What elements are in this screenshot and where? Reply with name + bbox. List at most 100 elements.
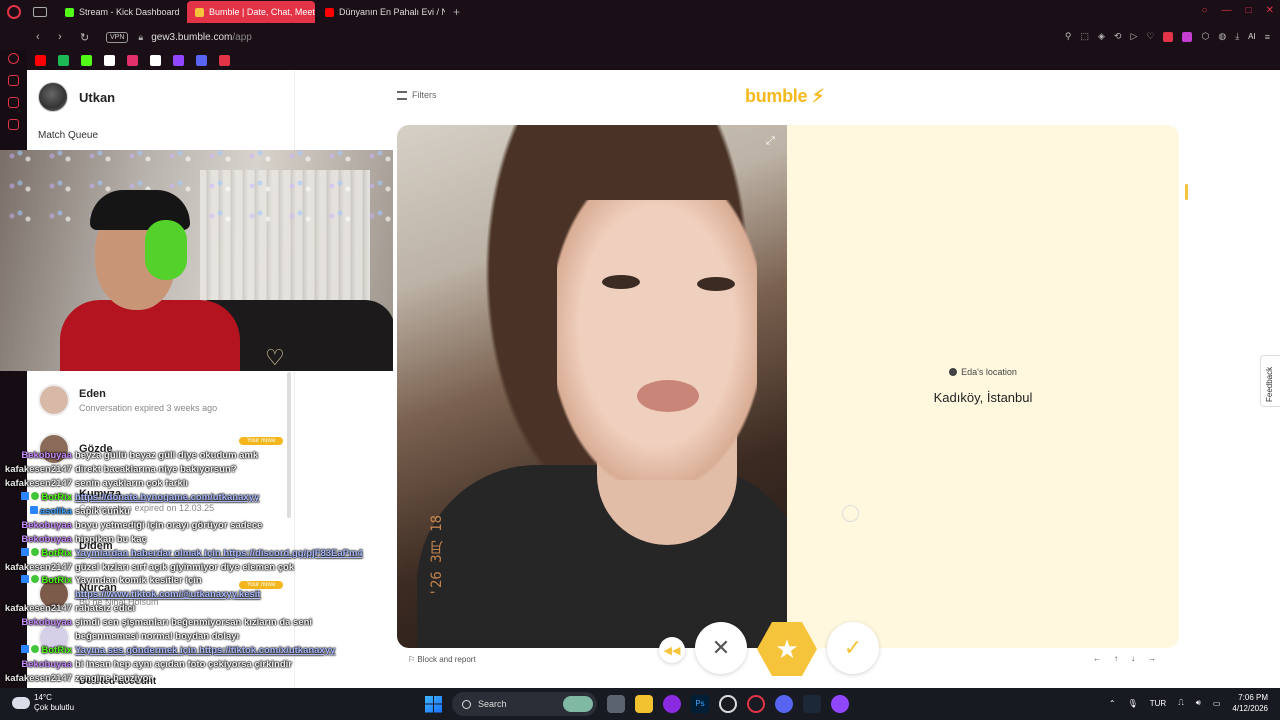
language-indicator[interactable]: TUR: [1150, 699, 1166, 708]
profile-photo[interactable]: '26 3月 18 ⤢: [397, 125, 787, 648]
chat-message: BotRix Yayına ses göndermek için https://…: [0, 643, 400, 657]
discord-icon[interactable]: [775, 695, 793, 713]
search-tabs-icon[interactable]: ○: [1202, 5, 1208, 16]
ai-button[interactable]: AI: [1248, 32, 1256, 41]
microphone-icon[interactable]: 🎙︎: [1128, 699, 1138, 708]
volume-icon[interactable]: 🔊︎: [1196, 698, 1201, 708]
messenger-icon[interactable]: [8, 75, 19, 86]
heart-icon[interactable]: ♡: [1146, 31, 1154, 42]
url-field[interactable]: gew3.bumble.com/app: [151, 32, 252, 43]
chat-text[interactable]: https://www.tiktok.com/@utkanaxyy.kesit: [75, 589, 261, 600]
stream-app-icon[interactable]: [831, 695, 849, 713]
spotify-icon[interactable]: [58, 54, 69, 66]
shield-icon[interactable]: ◈: [1098, 31, 1105, 42]
battery-icon[interactable]: ▭: [1213, 699, 1221, 708]
download-icon[interactable]: ⤓: [1235, 31, 1239, 42]
opera-logo-icon[interactable]: [7, 5, 21, 19]
account-icon[interactable]: ◍: [1218, 31, 1226, 42]
tab-bumble[interactable]: Bumble | Date, Chat, Meet: [187, 1, 315, 23]
arrow-up-icon[interactable]: ↑: [1114, 654, 1118, 663]
close-icon[interactable]: ✕: [1266, 5, 1274, 16]
back-icon[interactable]: ‹: [36, 31, 46, 43]
photo-face: [557, 200, 757, 480]
player-icon[interactable]: [8, 119, 19, 130]
your-move-badge: Your move: [239, 437, 284, 445]
avatar[interactable]: [38, 82, 68, 112]
browser-tab-strip: Stream - Kick Dashboard Bumble | Date, C…: [0, 0, 1280, 24]
chat-message: Bekobuyaa hippikan bu kaç: [0, 532, 400, 546]
extensions-icon[interactable]: ⬡: [1201, 31, 1209, 42]
arrow-left-icon[interactable]: ←: [1093, 654, 1101, 663]
twitch-icon[interactable]: [173, 54, 184, 66]
obs-icon[interactable]: [719, 695, 737, 713]
gift-icon[interactable]: [219, 54, 230, 66]
rewind-button[interactable]: ◀◀: [659, 637, 685, 663]
minimize-icon[interactable]: —: [1222, 5, 1232, 16]
chat-username: Bekobuyaa: [0, 534, 72, 545]
clock[interactable]: 7:06 PM 4/12/2026: [1232, 692, 1268, 714]
translate-icon[interactable]: ⟲: [1114, 31, 1122, 42]
chat-message: BotRix Yayınlardan haberdar olmak için ht…: [0, 546, 400, 560]
kick-icon[interactable]: [81, 54, 92, 66]
star-icon: ★: [775, 633, 799, 664]
opera-gx-icon[interactable]: [747, 695, 765, 713]
app-icon[interactable]: [663, 695, 681, 713]
chevron-up-icon[interactable]: ⌃: [1109, 699, 1116, 708]
chat-message: kafakesen2147 senin ayakların çok farklı: [0, 477, 400, 491]
arrow-down-icon[interactable]: ↓: [1131, 654, 1135, 663]
maximize-icon[interactable]: □: [1246, 5, 1252, 16]
chat-text: güzel kızları sırf açık giyinmiyor diye …: [75, 561, 295, 573]
instagram-icon[interactable]: [127, 54, 138, 66]
photoshop-icon[interactable]: Ps: [691, 695, 709, 713]
menu-icon[interactable]: ≡: [1265, 32, 1270, 42]
chat-text: hippikan bu kaç: [75, 533, 147, 545]
forward-icon[interactable]: ›: [58, 31, 68, 43]
adblock-extension-icon[interactable]: [1163, 31, 1174, 42]
extension-icon[interactable]: [1182, 31, 1193, 42]
card-scrollbar[interactable]: [1185, 184, 1188, 200]
flag-icon: ⚐: [408, 655, 418, 664]
instagram-sidebar-icon[interactable]: [8, 97, 19, 108]
block-report-link[interactable]: ⚐ Block and report: [408, 655, 476, 664]
taskbar-search[interactable]: Search: [452, 692, 597, 716]
weather-widget[interactable]: 14°C Çok bulutlu: [12, 693, 74, 713]
new-tab-icon[interactable]: +: [453, 5, 460, 19]
feedback-tab[interactable]: Feedback: [1260, 355, 1280, 407]
steam-icon[interactable]: [803, 695, 821, 713]
windows-start-icon[interactable]: [425, 695, 442, 713]
like-button[interactable]: ✓: [827, 622, 879, 674]
tab-label: Bumble | Date, Chat, Meet: [209, 7, 315, 17]
chat-text[interactable]: Yayınlardan haberdar olmak için https://…: [75, 548, 363, 559]
pass-button[interactable]: ✕: [695, 622, 747, 674]
task-view-icon[interactable]: [607, 695, 625, 713]
network-icon[interactable]: ⎍: [1178, 698, 1184, 708]
chat-text[interactable]: https://donate.bynogame.com/utkanaxyy: [75, 492, 259, 503]
x-icon[interactable]: [104, 54, 115, 66]
chat-username-text: Bekobuyaa: [21, 658, 72, 670]
tiktok-icon[interactable]: [150, 54, 161, 66]
bumble-logo-text: bumble: [745, 86, 808, 106]
reload-icon[interactable]: ↻: [80, 31, 90, 44]
chat-text[interactable]: Yayına ses göndermek için https://tiktok…: [75, 645, 335, 656]
chat-username-text: BotRix: [41, 547, 72, 559]
discord-icon[interactable]: [196, 54, 207, 66]
filters-button[interactable]: Filters: [397, 90, 437, 100]
pin-icon[interactable]: ⚲: [1065, 31, 1072, 42]
youtube-icon[interactable]: [35, 54, 46, 66]
expand-icon[interactable]: ⤢: [766, 135, 775, 148]
bumble-logo[interactable]: bumble ⚡︎: [745, 86, 825, 107]
file-explorer-icon[interactable]: [635, 695, 653, 713]
snapshot-icon[interactable]: ⬚: [1080, 31, 1089, 42]
conversation-item-eden[interactable]: Eden Conversation expired 3 weeks ago: [38, 384, 217, 416]
user-profile[interactable]: Utkan: [38, 82, 115, 112]
aria-icon[interactable]: [8, 53, 19, 64]
tab-youtube-video[interactable]: Dünyanın En Pahalı Evi / N: [317, 1, 445, 23]
play-icon[interactable]: ▷: [1130, 31, 1137, 42]
more-options-button[interactable]: [842, 505, 859, 522]
tab-islands-icon[interactable]: [33, 7, 47, 17]
chat-username: Bekobuyaa: [0, 450, 72, 461]
tab-kick-dashboard[interactable]: Stream - Kick Dashboard: [57, 1, 185, 23]
lock-icon[interactable]: 🔒︎: [138, 32, 143, 43]
vpn-badge[interactable]: VPN: [106, 31, 129, 43]
arrow-right-icon[interactable]: →: [1148, 654, 1156, 663]
